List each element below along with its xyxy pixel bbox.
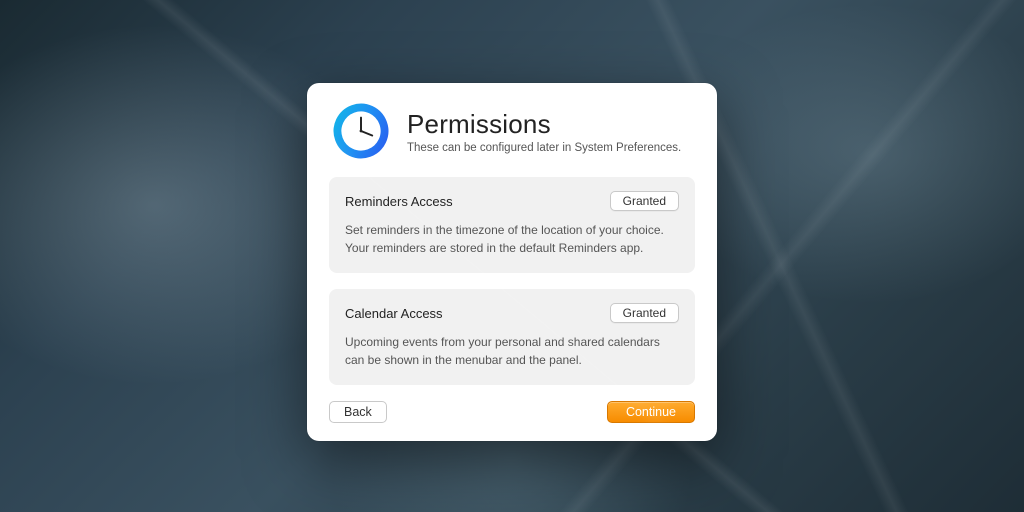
dialog-header: Permissions These can be configured late…: [329, 103, 695, 159]
permissions-dialog: Permissions These can be configured late…: [307, 83, 717, 441]
card-header: Reminders Access Granted: [345, 191, 679, 211]
card-header: Calendar Access Granted: [345, 303, 679, 323]
granted-badge[interactable]: Granted: [610, 191, 679, 211]
back-button[interactable]: Back: [329, 401, 387, 423]
permission-card-calendar: Calendar Access Granted Upcoming events …: [329, 289, 695, 385]
granted-badge[interactable]: Granted: [610, 303, 679, 323]
clock-app-icon: [333, 103, 389, 159]
permission-description: Set reminders in the timezone of the loc…: [345, 221, 679, 257]
desktop-background: Permissions These can be configured late…: [0, 0, 1024, 512]
permission-description: Upcoming events from your personal and s…: [345, 333, 679, 369]
permission-card-reminders: Reminders Access Granted Set reminders i…: [329, 177, 695, 273]
continue-button[interactable]: Continue: [607, 401, 695, 423]
permission-title: Calendar Access: [345, 306, 443, 321]
dialog-subtitle: These can be configured later in System …: [407, 142, 681, 154]
dialog-footer: Back Continue: [329, 401, 695, 423]
dialog-title: Permissions: [407, 109, 681, 140]
header-text: Permissions These can be configured late…: [407, 109, 681, 154]
permission-title: Reminders Access: [345, 194, 453, 209]
